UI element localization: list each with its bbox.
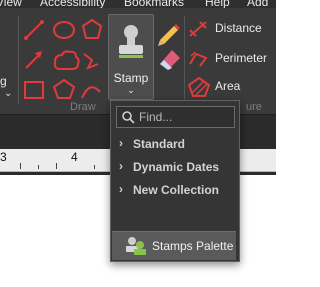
ruler-number: 3: [0, 150, 7, 164]
chevron-right-icon: ›: [119, 136, 123, 150]
ruler-tick: [56, 163, 57, 169]
collection-label: Standard: [133, 137, 186, 151]
eraser-icon[interactable]: [160, 50, 180, 70]
polygon-tool-icon[interactable]: [81, 18, 102, 39]
ellipse-tool-icon[interactable]: [53, 21, 75, 39]
chevron-right-icon: ›: [119, 182, 123, 196]
stamps-palette-button[interactable]: Stamps Palette: [112, 231, 236, 260]
area-icon: [188, 77, 210, 97]
collection-label: Dynamic Dates: [133, 160, 220, 174]
ruler-tick: [20, 163, 21, 169]
menu-item-view[interactable]: View: [0, 0, 22, 8]
pencil-icon[interactable]: [158, 24, 180, 46]
distance-label: Distance: [215, 21, 262, 35]
group-separator: [184, 16, 185, 104]
stamp-label: Stamp: [113, 71, 149, 85]
menu-item-help[interactable]: Help: [205, 0, 230, 8]
stamp-collection-standard[interactable]: › Standard: [111, 133, 239, 155]
pencil-eraser-tools: [158, 24, 180, 70]
arc-tool-icon[interactable]: [81, 86, 101, 99]
distance-tool[interactable]: Distance: [188, 18, 276, 40]
stamp-icon: [119, 25, 143, 58]
chevron-right-icon: ›: [119, 159, 123, 173]
polyline-tool-icon[interactable]: [83, 53, 99, 70]
chevron-down-icon: ⌄: [127, 85, 135, 95]
menu-item-bookmarks[interactable]: Bookmarks: [124, 0, 184, 8]
search-icon: [122, 111, 135, 124]
stamp-button[interactable]: Stamp ⌄: [108, 14, 154, 100]
ruler-number: 4: [71, 150, 78, 164]
ribbon: g ⌄ Draw Stamp ⌄ Distance Perimeter Area…: [0, 8, 276, 115]
menu-item-accessibility[interactable]: Accessibility: [40, 0, 105, 8]
perimeter-label: Perimeter: [215, 51, 268, 65]
stamp-collection-dynamic-dates[interactable]: › Dynamic Dates: [111, 156, 239, 178]
perimeter-icon: [189, 51, 208, 67]
collection-label: New Collection: [133, 183, 220, 197]
area-tool[interactable]: Area: [188, 76, 276, 98]
partial-group-label: g: [0, 74, 7, 88]
ruler-tick: [94, 165, 95, 169]
stamp-collection-new[interactable]: › New Collection: [111, 179, 239, 201]
stamp-search-box[interactable]: [116, 106, 235, 128]
distance-icon: [189, 21, 207, 37]
chevron-down-icon[interactable]: ⌄: [4, 88, 12, 99]
stamps-palette-label: Stamps Palette: [152, 239, 234, 253]
draw-group-label: Draw: [70, 101, 96, 113]
area-label: Area: [215, 79, 241, 93]
cloud-tool-icon[interactable]: [53, 50, 80, 70]
menu-item-add[interactable]: Add: [247, 0, 268, 8]
draw-shapes: [24, 18, 102, 99]
arrow-tool-icon[interactable]: [25, 51, 42, 69]
stamp-dropdown: › Standard › Dynamic Dates › New Collect…: [110, 100, 240, 262]
pentagon-tool-icon[interactable]: [52, 78, 76, 99]
menu-bar: View Accessibility Bookmarks Help Add: [0, 0, 276, 8]
measure-group-label: ure: [246, 101, 262, 113]
line-tool-icon[interactable]: [24, 20, 44, 40]
rectangle-tool-icon[interactable]: [24, 81, 44, 99]
stamps-palette-icon: [126, 237, 146, 255]
stamp-search-input[interactable]: [139, 109, 229, 125]
group-separator: [18, 16, 19, 104]
ruler-tick: [38, 165, 39, 169]
perimeter-tool[interactable]: Perimeter: [188, 48, 276, 70]
